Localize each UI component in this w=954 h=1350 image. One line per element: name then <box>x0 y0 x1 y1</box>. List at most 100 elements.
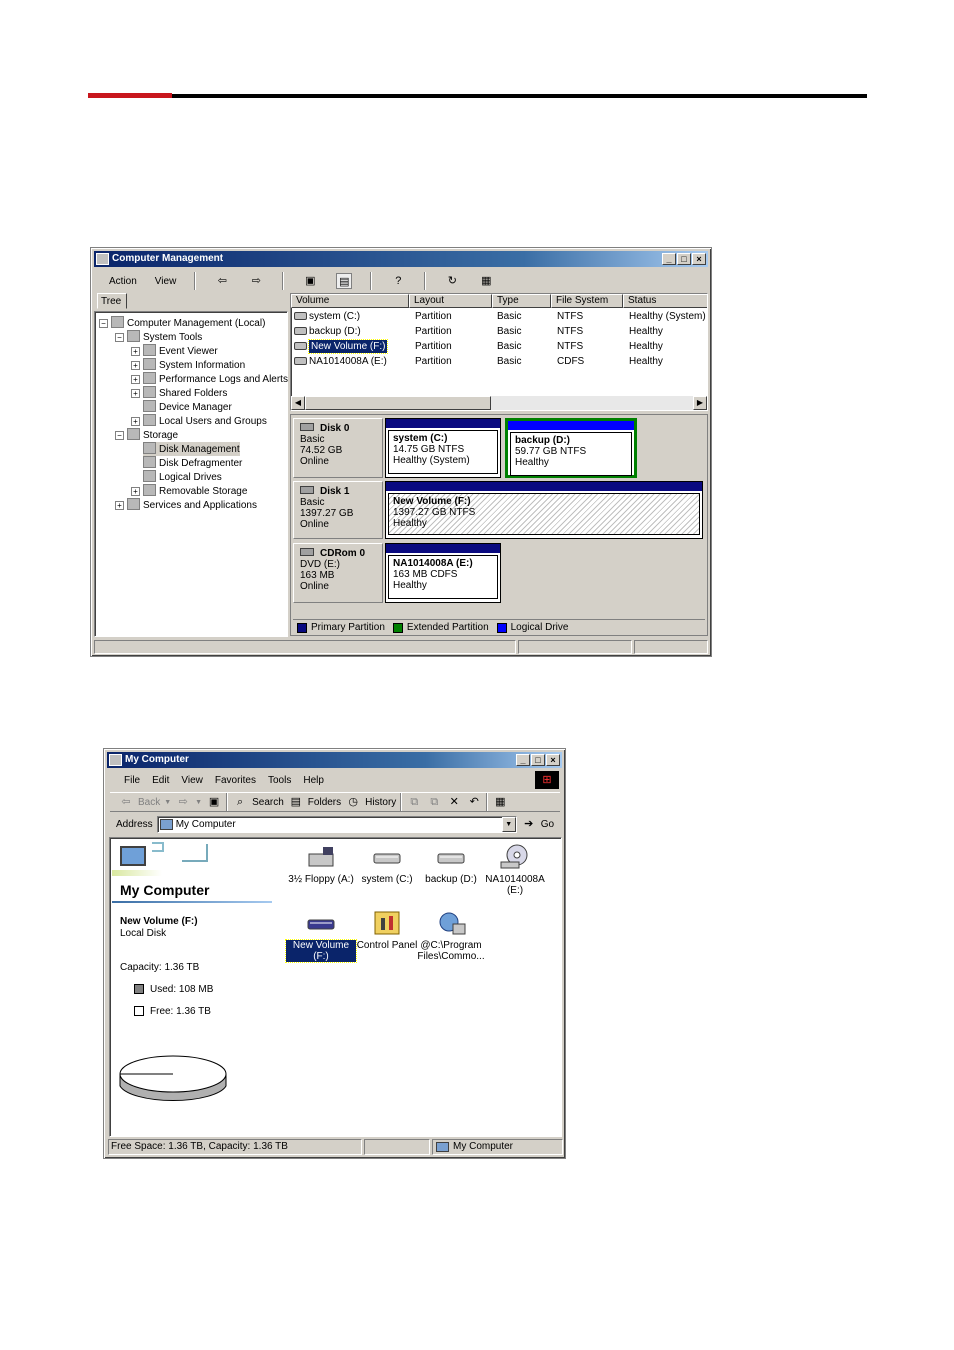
go-arrow-icon[interactable]: ➔ <box>521 816 537 832</box>
collapse-icon[interactable]: − <box>99 319 108 328</box>
history-button[interactable]: History <box>365 797 396 808</box>
views-icon[interactable]: ▦ <box>492 794 508 810</box>
window-title-bar[interactable]: Computer Management _ □ × <box>94 251 708 267</box>
expand-icon[interactable]: + <box>131 389 140 398</box>
drive-item[interactable]: NA1014008A (E:) <box>480 844 550 896</box>
folders-button[interactable]: Folders <box>308 797 341 808</box>
menu-favorites[interactable]: Favorites <box>215 775 256 786</box>
legend-label: Extended Partition <box>406 622 489 633</box>
drive-item[interactable]: Control Panel <box>352 910 422 951</box>
history-icon[interactable]: ◷ <box>345 794 361 810</box>
disk-label[interactable]: Disk 1 Basic 1397.27 GB Online <box>293 481 383 539</box>
up-folder-icon[interactable]: ▣ <box>302 273 318 289</box>
partition-block[interactable]: New Volume (F:) 1397.27 GB NTFS Healthy <box>385 481 703 539</box>
back-arrow-icon[interactable]: ⇦ <box>214 273 230 289</box>
partition-block[interactable]: system (C:) 14.75 GB NTFS Healthy (System) <box>385 418 501 478</box>
cell-layout: Partition <box>415 326 452 337</box>
drive-item[interactable]: @C:\Program Files\Commo... <box>416 910 486 962</box>
refresh-icon[interactable]: ↻ <box>444 273 460 289</box>
drive-item[interactable]: New Volume (F:) <box>285 910 357 963</box>
column-type[interactable]: Type <box>492 294 551 308</box>
tree-item[interactable]: Event Viewer <box>143 344 218 358</box>
export-list-icon[interactable]: ▦ <box>478 273 494 289</box>
drive-item[interactable]: 3½ Floppy (A:) <box>286 844 356 885</box>
move-to-icon[interactable]: ⧉ <box>406 794 422 810</box>
tree-item[interactable]: Disk Defragmenter <box>143 456 242 470</box>
close-button[interactable]: × <box>546 754 560 766</box>
address-field[interactable]: My Computer ▼ <box>156 815 517 833</box>
search-icon[interactable]: ⌕ <box>232 794 248 810</box>
expand-icon[interactable]: + <box>131 487 140 496</box>
scroll-left-icon[interactable]: ◀ <box>291 396 305 410</box>
drive-item[interactable]: system (C:) <box>352 844 422 885</box>
folders-icon[interactable]: ▤ <box>288 794 304 810</box>
table-row[interactable]: backup (D:) Partition Basic NTFS Healthy <box>291 324 707 339</box>
table-row[interactable]: NA1014008A (E:) Partition Basic CDFS Healthy <box>291 354 707 369</box>
scroll-right-icon[interactable]: ▶ <box>693 396 707 410</box>
tree-item[interactable]: System Tools <box>127 330 202 344</box>
hard-drive-icon <box>294 312 307 320</box>
address-dropdown-icon[interactable]: ▼ <box>501 816 516 832</box>
menu-help[interactable]: Help <box>303 775 324 786</box>
go-button[interactable]: Go <box>541 819 554 830</box>
collapse-icon[interactable]: − <box>115 431 124 440</box>
expand-icon[interactable]: + <box>131 375 140 384</box>
horizontal-scrollbar[interactable]: ◀ ▶ <box>291 396 707 410</box>
search-button[interactable]: Search <box>252 797 284 808</box>
up-folder-icon[interactable]: ▣ <box>206 794 222 810</box>
disk-label[interactable]: Disk 0 Basic 74.52 GB Online <box>293 418 383 478</box>
table-row[interactable]: system (C:) Partition Basic NTFS Healthy (Sy… <box>291 309 707 324</box>
expand-icon[interactable]: + <box>115 501 124 510</box>
column-layout[interactable]: Layout <box>409 294 492 308</box>
menu-action[interactable]: Action <box>109 276 137 287</box>
menu-view[interactable]: View <box>155 276 177 287</box>
tree-tab[interactable]: Tree <box>97 293 127 309</box>
collapse-icon[interactable]: − <box>115 333 124 342</box>
undo-icon[interactable]: ↶ <box>466 794 482 810</box>
maximize-button[interactable]: □ <box>531 754 545 766</box>
column-status[interactable]: Status <box>623 294 707 308</box>
maximize-button[interactable]: □ <box>677 253 691 265</box>
drive-item[interactable]: backup (D:) <box>416 844 486 885</box>
help-icon[interactable]: ? <box>390 273 406 289</box>
tree-item[interactable]: Disk Management <box>143 442 240 456</box>
minimize-button[interactable]: _ <box>516 754 530 766</box>
menu-file[interactable]: File <box>124 775 140 786</box>
delete-icon[interactable]: ✕ <box>446 794 462 810</box>
expand-icon[interactable]: + <box>131 347 140 356</box>
tree-item[interactable]: Local Users and Groups <box>143 414 267 428</box>
partition-block[interactable]: backup (D:) 59.77 GB NTFS Healthy <box>505 418 637 478</box>
forward-arrow-icon[interactable]: ⇨ <box>175 794 191 810</box>
close-button[interactable]: × <box>692 253 706 265</box>
menu-tools[interactable]: Tools <box>268 775 291 786</box>
partition-block[interactable]: NA1014008A (E:) 163 MB CDFS Healthy <box>385 543 501 603</box>
back-dropdown-icon[interactable]: ▼ <box>164 799 171 806</box>
expand-icon[interactable]: + <box>131 361 140 370</box>
forward-dropdown-icon[interactable]: ▼ <box>195 799 202 806</box>
tree-item[interactable]: Performance Logs and Alerts <box>143 372 288 386</box>
window-title-bar[interactable]: My Computer _ □ × <box>107 752 562 768</box>
tree-item[interactable]: Computer Management (Local) <box>111 316 265 330</box>
menu-edit[interactable]: Edit <box>152 775 169 786</box>
show-tree-icon[interactable]: ▤ <box>336 273 353 289</box>
menu-view[interactable]: View <box>181 775 203 786</box>
scroll-thumb[interactable] <box>305 396 491 410</box>
forward-arrow-icon[interactable]: ⇨ <box>248 273 264 289</box>
tree-item[interactable]: Logical Drives <box>143 470 222 484</box>
column-volume[interactable]: Volume <box>291 294 409 308</box>
disk-label[interactable]: CDRom 0 DVD (E:) 163 MB Online <box>293 543 383 603</box>
tree-item[interactable]: System Information <box>143 358 245 372</box>
tree-item[interactable]: Shared Folders <box>143 386 227 400</box>
tree-item[interactable]: Storage <box>127 428 178 442</box>
back-arrow-icon[interactable]: ⇦ <box>118 794 134 810</box>
tree-item[interactable]: Device Manager <box>143 400 232 414</box>
tree-item[interactable]: Removable Storage <box>143 484 247 498</box>
table-row[interactable]: New Volume (F:) Partition Basic NTFS Healthy <box>291 339 707 354</box>
back-button[interactable]: Back <box>138 797 160 808</box>
tree-item[interactable]: Services and Applications <box>127 498 257 512</box>
copy-to-icon[interactable]: ⧉ <box>426 794 442 810</box>
expand-icon[interactable]: + <box>131 417 140 426</box>
minimize-button[interactable]: _ <box>662 253 676 265</box>
column-file-system[interactable]: File System <box>551 294 623 308</box>
legend-swatch <box>496 622 507 633</box>
